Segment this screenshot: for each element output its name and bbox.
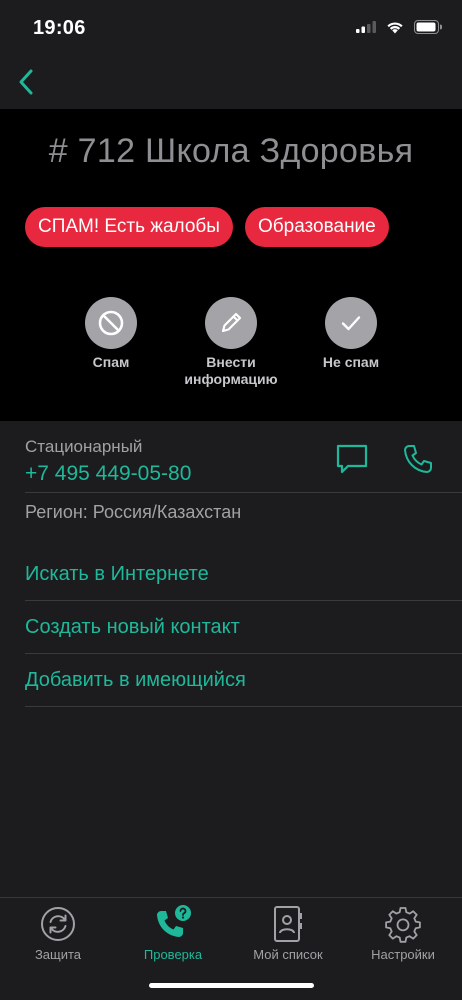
add-info-button[interactable]: Внести информацию bbox=[171, 297, 291, 388]
tab-protection-label: Защита bbox=[34, 947, 82, 962]
search-internet-link[interactable]: Искать в Интернете bbox=[0, 548, 462, 601]
action-links: Искать в Интернете Создать новый контакт… bbox=[0, 548, 462, 707]
tab-settings-label: Настройки bbox=[371, 947, 435, 962]
gear-icon bbox=[385, 907, 421, 943]
status-bar: 19:06 bbox=[0, 0, 462, 56]
add-info-button-circle bbox=[205, 297, 257, 349]
tab-check-label: Проверка bbox=[143, 947, 203, 962]
phone-icon bbox=[404, 445, 432, 473]
status-icons bbox=[356, 20, 442, 34]
message-button[interactable] bbox=[334, 441, 370, 477]
tab-settings[interactable]: Настройки bbox=[353, 904, 453, 962]
spam-label: Спам bbox=[92, 354, 130, 370]
tag-spam-complaints[interactable]: СПАМ! Есть жалобы bbox=[25, 207, 233, 247]
caller-title: # 712 Школа Здоровья bbox=[48, 132, 414, 170]
region-text: Регион: Россия/Казахстан bbox=[25, 502, 242, 522]
add-info-label: Внести информацию bbox=[184, 354, 278, 387]
info-divider bbox=[25, 492, 462, 493]
phone-number[interactable]: +7 495 449-05-80 bbox=[25, 462, 191, 486]
block-icon bbox=[98, 310, 124, 336]
tag-category[interactable]: Образование bbox=[244, 207, 389, 247]
signal-icon bbox=[356, 21, 376, 33]
phone-question-icon bbox=[157, 905, 191, 937]
message-icon bbox=[336, 444, 368, 474]
create-contact-link[interactable]: Создать новый контакт bbox=[0, 601, 462, 654]
chevron-left-icon bbox=[19, 69, 33, 95]
tab-protection[interactable]: Защита bbox=[8, 904, 108, 962]
home-indicator bbox=[149, 983, 314, 988]
spam-button-circle bbox=[85, 297, 137, 349]
back-button[interactable] bbox=[8, 64, 44, 100]
phone-type: Стационарный bbox=[25, 437, 143, 456]
not-spam-label: Не спам bbox=[322, 354, 380, 370]
phone-actions bbox=[334, 441, 436, 477]
sync-shield-icon bbox=[41, 907, 75, 941]
status-time: 19:06 bbox=[33, 17, 86, 39]
contacts-book-icon bbox=[274, 906, 302, 942]
battery-icon bbox=[414, 20, 442, 34]
pencil-icon bbox=[221, 312, 242, 333]
tab-my-list[interactable]: Мой список bbox=[238, 904, 338, 962]
not-spam-button[interactable]: Не спам bbox=[291, 297, 411, 371]
checkmark-icon bbox=[341, 316, 361, 331]
tab-my-list-label: Мой список bbox=[253, 947, 323, 962]
nav-bar bbox=[0, 56, 462, 109]
spam-button[interactable]: Спам bbox=[51, 297, 171, 371]
call-button[interactable] bbox=[400, 441, 436, 477]
tag-list: СПАМ! Есть жалобы Образование bbox=[25, 207, 389, 247]
add-to-existing-link[interactable]: Добавить в имеющийся bbox=[0, 654, 462, 707]
not-spam-button-circle bbox=[325, 297, 377, 349]
tab-check[interactable]: Проверка bbox=[123, 904, 223, 962]
wifi-icon bbox=[387, 21, 403, 33]
